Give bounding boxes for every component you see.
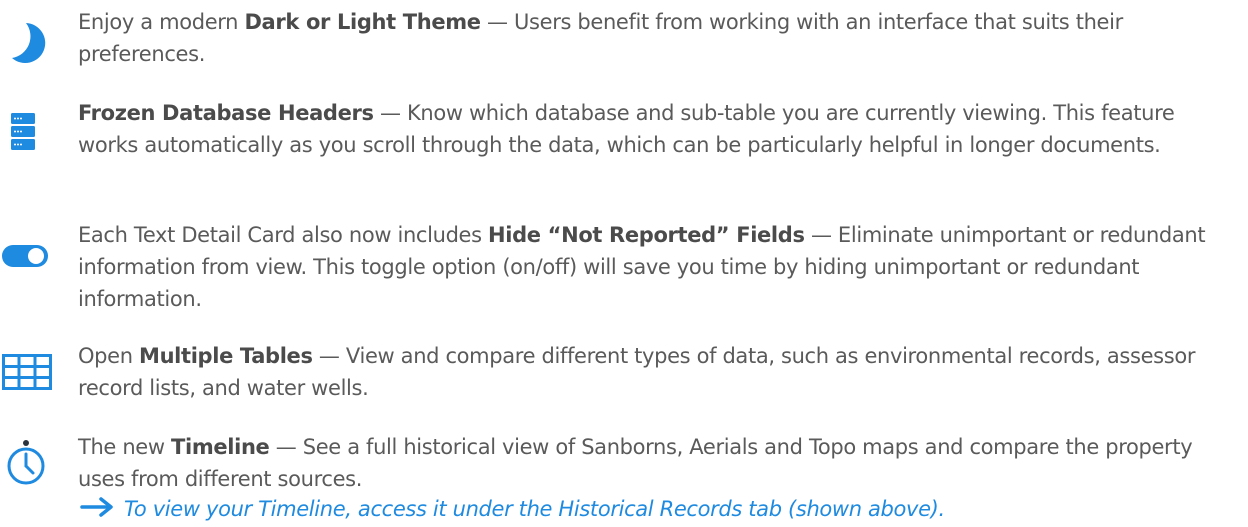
feature-frozen-database-headers: Frozen Database Headers — Know which dat… [0,97,1248,193]
timeline-note: To view your Timeline, access it under t… [80,493,945,527]
feature-multiple-tables: Open Multiple Tables — View and compare … [0,340,1248,406]
feature-title: Frozen Database Headers [78,101,374,125]
feature-text: The new Timeline — See a full historical… [78,435,1193,491]
feature-title: Hide “Not Reported” Fields [488,223,805,247]
table-icon [2,354,52,399]
toggle-icon [2,244,48,276]
feature-dark-light-theme: Enjoy a modern Dark or Light Theme — Use… [0,6,1248,72]
feature-title: Timeline [171,435,270,459]
feature-text: Frozen Database Headers — Know which dat… [78,101,1175,157]
feature-text: Enjoy a modern Dark or Light Theme — Use… [78,10,1123,66]
moon-icon [4,20,50,75]
note-text: To view your Timeline, access it under t… [124,497,945,521]
feature-text: Open Multiple Tables — View and compare … [78,344,1196,400]
feature-title: Multiple Tables [139,344,313,368]
feature-text: Each Text Detail Card also now includes … [78,223,1206,311]
arrow-right-icon [80,494,114,526]
feature-hide-not-reported-fields: Each Text Detail Card also now includes … [0,219,1248,315]
server-icon [10,112,36,161]
clock-icon [6,439,46,496]
feature-title: Dark or Light Theme [244,10,481,34]
feature-timeline: The new Timeline — See a full historical… [0,431,1248,497]
